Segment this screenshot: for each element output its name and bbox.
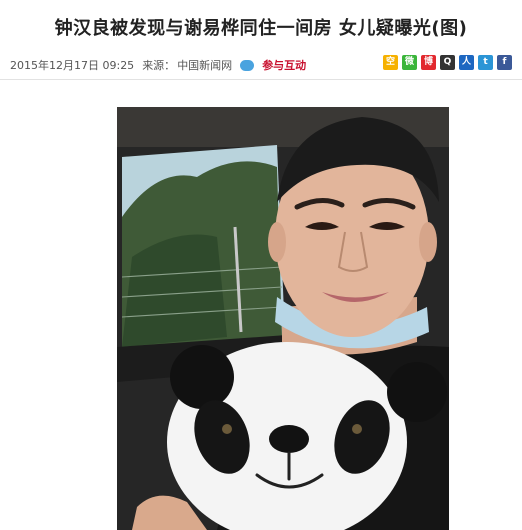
- share-tencent-weibo-icon[interactable]: t: [478, 55, 493, 70]
- source-label: 来源：: [142, 59, 176, 72]
- share-qzone-icon[interactable]: 空: [383, 55, 398, 70]
- share-weibo-icon[interactable]: 博: [421, 55, 436, 70]
- source-name[interactable]: 中国新闻网: [177, 57, 232, 73]
- participate-interact-link[interactable]: 参与互动: [240, 57, 314, 73]
- article-photo: [117, 107, 449, 530]
- interact-label: 参与互动: [262, 59, 307, 72]
- news-article-page: 钟汉良被发现与谢易桦同住一间房 女儿疑曝光(图) 2015年12月17日 09:…: [0, 0, 522, 530]
- article-meta: 2015年12月17日 09:25 来源： 中国新闻网 参与互动: [10, 57, 314, 73]
- selfie-with-panda-image: [117, 107, 449, 530]
- publish-date: 2015年12月17日 09:25: [10, 59, 135, 72]
- share-bar: 空微博Q人tf: [383, 55, 512, 70]
- article-headline: 钟汉良被发现与谢易桦同住一间房 女儿疑曝光(图): [54, 18, 468, 39]
- comment-bubble-icon: [240, 59, 255, 71]
- share-facebook-icon[interactable]: f: [497, 55, 512, 70]
- header-divider: [0, 79, 522, 80]
- share-renren-icon[interactable]: 人: [459, 55, 474, 70]
- share-qq-icon[interactable]: Q: [440, 55, 455, 70]
- share-wechat-icon[interactable]: 微: [402, 55, 417, 70]
